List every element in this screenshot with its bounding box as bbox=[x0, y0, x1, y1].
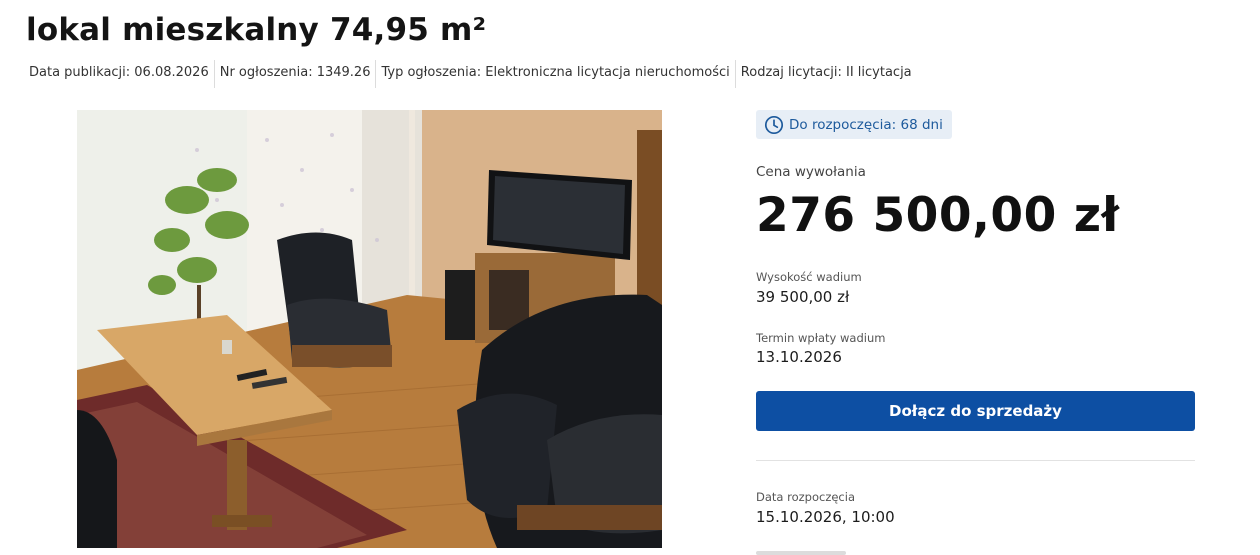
listing-page: lokal mieszkalny 74,95 m² Data publikacj… bbox=[0, 0, 1260, 555]
listing-title: lokal mieszkalny 74,95 m² bbox=[26, 12, 487, 48]
listing-meta: Data publikacji: 06.08.2026 Nr ogłoszeni… bbox=[24, 60, 917, 88]
countdown-badge: Do rozpoczęcia: 68 dni bbox=[756, 110, 952, 139]
start-date-label: Data rozpoczęcia bbox=[756, 490, 855, 504]
start-date-value: 15.10.2026, 10:00 bbox=[756, 508, 895, 526]
publication-date: Data publikacji: 06.08.2026 bbox=[24, 60, 215, 88]
deposit-value: 39 500,00 zł bbox=[756, 288, 850, 306]
deposit-deadline-label: Termin wpłaty wadium bbox=[756, 331, 886, 345]
listing-number: Nr ogłoszenia: 1349.26 bbox=[215, 60, 377, 88]
cut-off-label bbox=[756, 551, 846, 555]
countdown-text: Do rozpoczęcia: 68 dni bbox=[789, 116, 943, 133]
clock-icon bbox=[764, 115, 784, 135]
divider bbox=[756, 460, 1195, 461]
price-label: Cena wywołania bbox=[756, 164, 866, 180]
join-sale-button[interactable]: Dołącz do sprzedaży bbox=[756, 391, 1195, 431]
property-photo[interactable] bbox=[77, 110, 662, 548]
price-value: 276 500,00 zł bbox=[756, 188, 1120, 243]
deposit-deadline-value: 13.10.2026 bbox=[756, 348, 842, 366]
listing-type: Typ ogłoszenia: Elektroniczna licytacja … bbox=[376, 60, 736, 88]
auction-kind: Rodzaj licytacji: II licytacja bbox=[740, 65, 912, 80]
deposit-label: Wysokość wadium bbox=[756, 270, 862, 284]
